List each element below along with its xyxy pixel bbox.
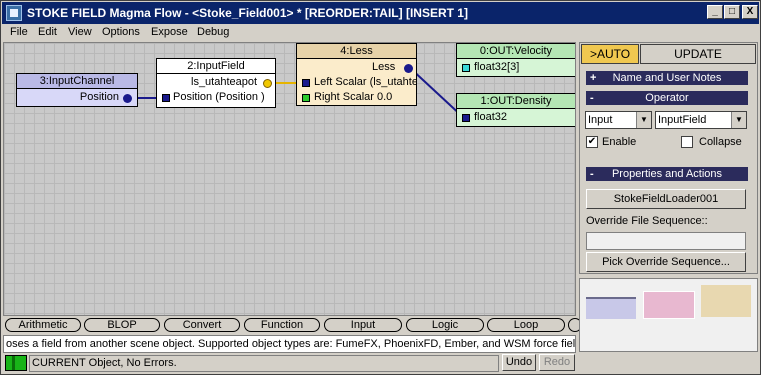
dropdown-value: Input	[588, 114, 613, 126]
input-socket-icon[interactable]	[302, 94, 310, 102]
category-dropdown[interactable]: Input ▼	[585, 111, 652, 129]
node-title: 1:OUT:Density	[457, 94, 575, 109]
menu-expose[interactable]: Expose	[151, 26, 188, 38]
menu-bar: File Edit View Options Expose Debug	[2, 24, 759, 42]
pick-override-button[interactable]: Pick Override Sequence...	[586, 252, 746, 272]
magma-flow-window: STOKE FIELD Magma Flow - <Stoke_Field001…	[0, 0, 761, 375]
dropdown-arrow-icon: ▼	[636, 112, 651, 128]
properties-panel: >AUTO UPDATE + Name and User Notes - Ope…	[579, 42, 758, 274]
input-socket-icon[interactable]	[462, 64, 470, 72]
collapse-checkbox[interactable]	[681, 136, 693, 148]
title-bar[interactable]: STOKE FIELD Magma Flow - <Stoke_Field001…	[2, 2, 759, 24]
expand-icon: +	[590, 72, 597, 84]
tab-update[interactable]: UPDATE	[640, 44, 756, 64]
rollout-operator[interactable]: - Operator	[586, 91, 748, 105]
close-button[interactable]: X	[742, 5, 758, 19]
category-blop[interactable]: BLOP	[84, 318, 160, 332]
override-field[interactable]	[586, 232, 746, 250]
category-bar: Arithmetic BLOP Convert Function Input L…	[3, 317, 582, 333]
input-socket-icon[interactable]	[302, 79, 310, 87]
input-socket-icon[interactable]	[462, 114, 470, 122]
object-picker-button[interactable]: StokeFieldLoader001	[586, 189, 746, 209]
output-socket-icon[interactable]	[123, 94, 132, 103]
rollout-label: Properties and Actions	[611, 168, 723, 180]
input-socket-icon[interactable]	[162, 94, 170, 102]
node-output-label: Position	[79, 91, 119, 103]
status-message: oses a field from another scene object. …	[3, 335, 576, 353]
menu-debug[interactable]: Debug	[197, 26, 229, 38]
collapse-icon: -	[590, 168, 594, 180]
minimize-button[interactable]: _	[707, 5, 723, 19]
operator-dropdown[interactable]: InputField ▼	[655, 111, 747, 129]
node-input-field[interactable]: 2:InputField ls_utahteapot Position (Pos…	[156, 58, 276, 108]
node-input-channel[interactable]: 3:InputChannel Position	[16, 73, 138, 107]
undo-button[interactable]: Undo	[502, 354, 536, 371]
enable-checkbox[interactable]: ✔	[586, 136, 598, 148]
menu-edit[interactable]: Edit	[38, 26, 57, 38]
menu-view[interactable]: View	[68, 26, 92, 38]
dropdown-arrow-icon: ▼	[731, 112, 746, 128]
category-logic[interactable]: Logic	[406, 318, 484, 332]
category-loop[interactable]: Loop	[487, 318, 565, 332]
enable-label: Enable	[602, 136, 637, 148]
swatch-blue	[586, 297, 636, 319]
node-title: 4:Less	[297, 44, 416, 59]
override-label: Override File Sequence::	[586, 215, 708, 227]
tab-auto[interactable]: >AUTO	[581, 44, 639, 64]
status-indicator-icon	[5, 355, 27, 371]
node-title: 2:InputField	[157, 59, 275, 74]
node-graph-canvas[interactable]: 3:InputChannel Position 2:InputField ls_…	[3, 42, 576, 316]
node-out-velocity[interactable]: 0:OUT:Velocity float32[3]	[456, 43, 575, 77]
maximize-button[interactable]: □	[724, 5, 740, 19]
redo-button[interactable]: Redo	[539, 354, 575, 371]
object-status: CURRENT Object, No Errors.	[29, 355, 499, 372]
node-title: 0:OUT:Velocity	[457, 44, 575, 59]
window-title: STOKE FIELD Magma Flow - <Stoke_Field001…	[27, 6, 468, 20]
menu-file[interactable]: File	[10, 26, 28, 38]
output-socket-icon[interactable]	[404, 64, 413, 73]
node-less[interactable]: 4:Less Less Left Scalar (ls_utahte Right…	[296, 43, 417, 106]
app-icon	[6, 5, 22, 21]
category-function[interactable]: Function	[244, 318, 320, 332]
swatch-pink	[643, 291, 695, 319]
dropdown-value: InputField	[658, 114, 707, 126]
node-input-label: Position (Position )	[173, 91, 265, 103]
bottom-bar: CURRENT Object, No Errors. Undo Redo	[3, 354, 758, 374]
node-title: 3:InputChannel	[17, 74, 137, 89]
rollout-label: Operator	[645, 92, 689, 104]
category-arithmetic[interactable]: Arithmetic	[5, 318, 81, 332]
swatch-preview	[579, 278, 758, 352]
category-input[interactable]: Input	[324, 318, 402, 332]
rollout-properties[interactable]: - Properties and Actions	[586, 167, 748, 181]
collapse-icon: -	[590, 92, 594, 104]
category-convert[interactable]: Convert	[164, 318, 240, 332]
output-socket-icon[interactable]	[263, 79, 272, 88]
swatch-tan	[701, 285, 751, 317]
node-out-density[interactable]: 1:OUT:Density float32	[456, 93, 575, 127]
node-field-label: ls_utahteapot	[191, 76, 258, 88]
node-output-label: Less	[372, 61, 396, 73]
node-type-label: float32	[474, 111, 508, 123]
rollout-label: Name and User Notes	[612, 72, 722, 84]
rollout-name-notes[interactable]: + Name and User Notes	[586, 71, 748, 85]
menu-options[interactable]: Options	[102, 26, 140, 38]
node-right-input-label: Right Scalar 0.0	[314, 91, 393, 103]
node-left-input-label: Left Scalar (ls_utahte	[314, 76, 417, 88]
node-type-label: float32[3]	[474, 61, 520, 73]
collapse-label: Collapse	[699, 136, 742, 148]
